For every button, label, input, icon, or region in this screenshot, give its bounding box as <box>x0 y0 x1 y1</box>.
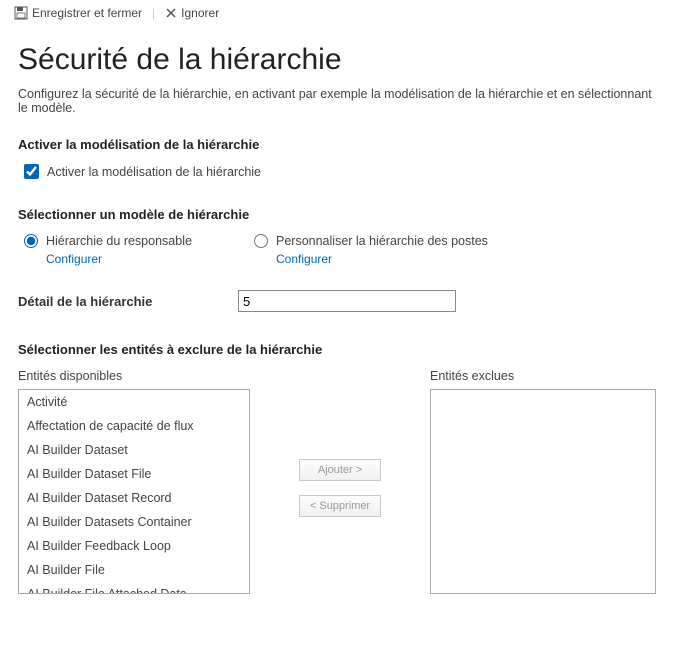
toolbar: Enregistrer et fermer | Ignorer <box>0 0 677 27</box>
page-title: Sécurité de la hiérarchie <box>18 43 659 77</box>
excluded-entities-label: Entités exclues <box>430 369 656 383</box>
excluded-entities-listbox[interactable] <box>430 389 656 594</box>
list-item[interactable]: AI Builder File Attached Data <box>19 582 249 594</box>
configure-position-link[interactable]: Configurer <box>254 252 488 266</box>
remove-button[interactable]: < Supprimer <box>299 495 381 517</box>
position-hierarchy-label: Personnaliser la hiérarchie des postes <box>276 234 488 248</box>
depth-input[interactable] <box>238 290 456 312</box>
depth-label: Détail de la hiérarchie <box>18 294 238 309</box>
page-description: Configurez la sécurité de la hiérarchie,… <box>18 87 659 115</box>
save-icon <box>14 6 28 20</box>
enable-section-header: Activer la modélisation de la hiérarchie <box>18 137 659 152</box>
ignore-button[interactable]: Ignorer <box>159 4 225 22</box>
configure-manager-link[interactable]: Configurer <box>24 252 244 266</box>
available-entities-listbox[interactable]: ActivitéAffectation de capacité de fluxA… <box>18 389 250 594</box>
ignore-label: Ignorer <box>181 6 219 20</box>
exclude-section-header: Sélectionner les entités à exclure de la… <box>18 342 659 357</box>
model-section-header: Sélectionner un modèle de hiérarchie <box>18 207 659 222</box>
list-item[interactable]: Affectation de capacité de flux <box>19 414 249 438</box>
close-icon <box>165 7 177 19</box>
position-hierarchy-radio[interactable] <box>254 234 268 248</box>
save-close-button[interactable]: Enregistrer et fermer <box>8 4 148 22</box>
list-item[interactable]: AI Builder Dataset File <box>19 462 249 486</box>
enable-hierarchy-label: Activer la modélisation de la hiérarchie <box>47 165 261 179</box>
list-item[interactable]: AI Builder File <box>19 558 249 582</box>
list-item[interactable]: AI Builder Dataset Record <box>19 486 249 510</box>
add-button[interactable]: Ajouter > <box>299 459 381 481</box>
manager-hierarchy-radio[interactable] <box>24 234 38 248</box>
list-item[interactable]: AI Builder Datasets Container <box>19 510 249 534</box>
list-item[interactable]: Activité <box>19 390 249 414</box>
enable-hierarchy-checkbox[interactable] <box>24 164 39 179</box>
save-close-label: Enregistrer et fermer <box>32 6 142 20</box>
manager-hierarchy-label: Hiérarchie du responsable <box>46 234 192 248</box>
available-entities-label: Entités disponibles <box>18 369 250 383</box>
list-item[interactable]: AI Builder Feedback Loop <box>19 534 249 558</box>
toolbar-separator: | <box>152 6 155 20</box>
list-item[interactable]: AI Builder Dataset <box>19 438 249 462</box>
